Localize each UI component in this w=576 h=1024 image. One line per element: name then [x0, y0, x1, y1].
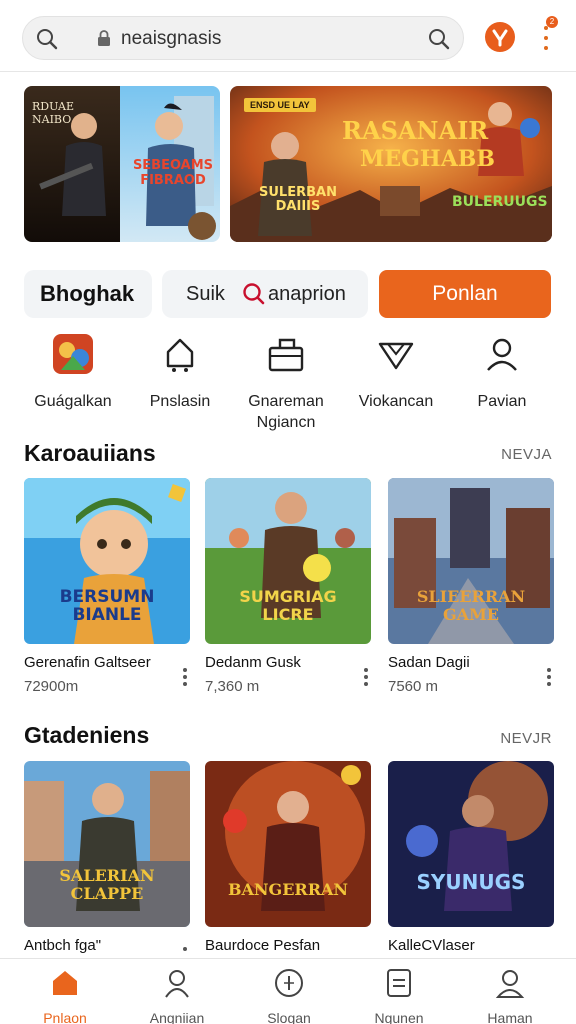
- section-title: Karoauiians: [24, 440, 156, 466]
- search-icon[interactable]: [427, 27, 451, 51]
- promo-banner-right[interactable]: ENSD UE LAY RASANAIR MEGHABB SULERBAN DA…: [230, 86, 552, 242]
- banner-right-left-logo: SULERBAN DAIIIS: [259, 185, 337, 214]
- category-pnslasin[interactable]: Pnslasin: [124, 334, 236, 412]
- search-tile-label-right: anaprion: [268, 283, 346, 305]
- game-card-art-text: SYUNUGS: [416, 870, 526, 894]
- nav-label: Haman: [487, 1010, 533, 1024]
- nav-item-ngunen[interactable]: Ngunen: [349, 967, 449, 1024]
- nav-label: Ngunen: [374, 1010, 424, 1024]
- category-label: Viokancan: [358, 393, 434, 410]
- game-card-title: Baurdoce Pesfan: [205, 937, 321, 954]
- profile-icon: [495, 970, 525, 998]
- menu-button[interactable]: 2: [536, 16, 558, 54]
- game-card-art-text: BANGERRAN: [227, 880, 349, 899]
- search-tile-label-left: Suik: [186, 283, 225, 305]
- category-guagalkan[interactable]: Guágalkan: [17, 334, 129, 412]
- tile-bhoghak[interactable]: Bhoghak: [24, 270, 152, 318]
- game-card-title: Sadan Dagii: [388, 654, 470, 671]
- game-card-art-text: SLIEERRAN GAME: [416, 587, 526, 624]
- address-bar[interactable]: neaisgnasis: [22, 16, 464, 60]
- game-card-title: Dedanm Gusk: [205, 654, 301, 671]
- section-more-link[interactable]: NEVJR: [500, 730, 552, 747]
- game-card-title: Antbch fga": [24, 937, 102, 954]
- more-options-icon[interactable]: [182, 666, 188, 690]
- address-text[interactable]: neaisgnasis: [121, 28, 221, 50]
- game-card-title: Gerenafin Galtseer: [24, 654, 151, 671]
- game-card-meta: 72900m: [24, 678, 79, 695]
- bottom-navigation: Pnlaon Angniian Slogan Ngunen Haman: [0, 958, 576, 1024]
- nav-item-angniian[interactable]: Angniian: [127, 967, 227, 1024]
- banner-left-text-1: RDUAE NAIBO: [32, 100, 75, 126]
- search-tile[interactable]: Suik anaprion: [162, 270, 368, 318]
- promo-banner-left[interactable]: RDUAE NAIBO SEBEOAMS FIBRAOD: [24, 86, 220, 242]
- game-thumbnail[interactable]: [205, 761, 371, 927]
- brand-logo[interactable]: [485, 22, 515, 52]
- banner-right-headline-2: MEGHABB: [360, 146, 495, 172]
- section-title: Gtadeniens: [24, 722, 150, 748]
- game-card[interactable]: SLIEERRAN GAME Sadan Dagii 7560 m: [388, 478, 554, 695]
- home-icon: [166, 338, 194, 372]
- game-thumbnail[interactable]: [388, 761, 554, 927]
- category-gnareman[interactable]: Gnareman Ngiancn: [230, 334, 342, 433]
- primary-action-button[interactable]: Ponlan: [379, 270, 551, 318]
- shield-icon: [378, 342, 414, 370]
- more-options-icon[interactable]: [546, 666, 552, 690]
- banner-right-right-logo: BULERUUGS: [452, 194, 548, 210]
- more-options-icon[interactable]: [363, 666, 369, 690]
- game-card[interactable]: SUMGRIAG LICRE Dedanm Gusk 7,360 m: [205, 478, 371, 695]
- nav-label: Slogan: [267, 1010, 311, 1024]
- category-viokancan[interactable]: Viokancan: [340, 334, 452, 412]
- home-icon: [53, 971, 77, 995]
- category-pavian[interactable]: Pavian: [446, 334, 558, 412]
- game-card-title: KalleCVlaser: [388, 937, 475, 954]
- game-card[interactable]: SALERIAN CLAPPE Antbch fga": [24, 761, 190, 954]
- section-more-link[interactable]: NEVJA: [501, 446, 552, 463]
- category-label: Pavian: [477, 393, 527, 410]
- tile-bhoghak-label: Bhoghak: [40, 281, 135, 306]
- game-card-meta: 7,360 m: [205, 678, 260, 695]
- game-card-art-text: BERSUMN BIANLE: [59, 587, 155, 625]
- briefcase-icon: [268, 338, 304, 372]
- search-icon: [243, 283, 265, 305]
- nav-item-haman[interactable]: Haman: [460, 967, 560, 1024]
- game-card-art-text: SALERIAN CLAPPE: [59, 866, 155, 903]
- compass-icon: [275, 969, 303, 997]
- user-icon: [165, 970, 189, 998]
- document-icon: [387, 969, 411, 997]
- user-icon: [487, 338, 517, 371]
- game-card[interactable]: SYUNUGS KalleCVlaser: [388, 761, 554, 954]
- game-card[interactable]: BANGERRAN Baurdoce Pesfan: [205, 761, 371, 954]
- notification-badge: 2: [546, 16, 558, 28]
- banner-right-tag: ENSD UE LAY: [244, 98, 316, 112]
- nav-item-slogan[interactable]: Slogan: [239, 967, 339, 1024]
- game-card-meta: 7560 m: [388, 678, 439, 695]
- game-card-art-text: SUMGRIAG LICRE: [239, 587, 337, 624]
- banner-left-text-2: SEBEOAMS FIBRAOD: [132, 158, 214, 188]
- game-art-icon: [53, 334, 93, 374]
- nav-label: Angniian: [149, 1010, 205, 1024]
- lock-icon: [98, 30, 110, 46]
- top-bar: neaisgnasis 2: [0, 0, 576, 72]
- banner-right-headline-1: RASANAIR: [342, 116, 489, 145]
- category-label: Guágalkan: [34, 393, 112, 410]
- nav-label: Pnlaon: [43, 1010, 87, 1024]
- game-card[interactable]: BERSUMN BIANLE Gerenafin Galtseer 72900m: [24, 478, 190, 695]
- search-icon[interactable]: [35, 27, 59, 51]
- category-label: Pnslasin: [149, 393, 211, 410]
- category-label: Gnareman Ngiancn: [248, 393, 324, 431]
- nav-item-home[interactable]: Pnlaon: [15, 967, 115, 1024]
